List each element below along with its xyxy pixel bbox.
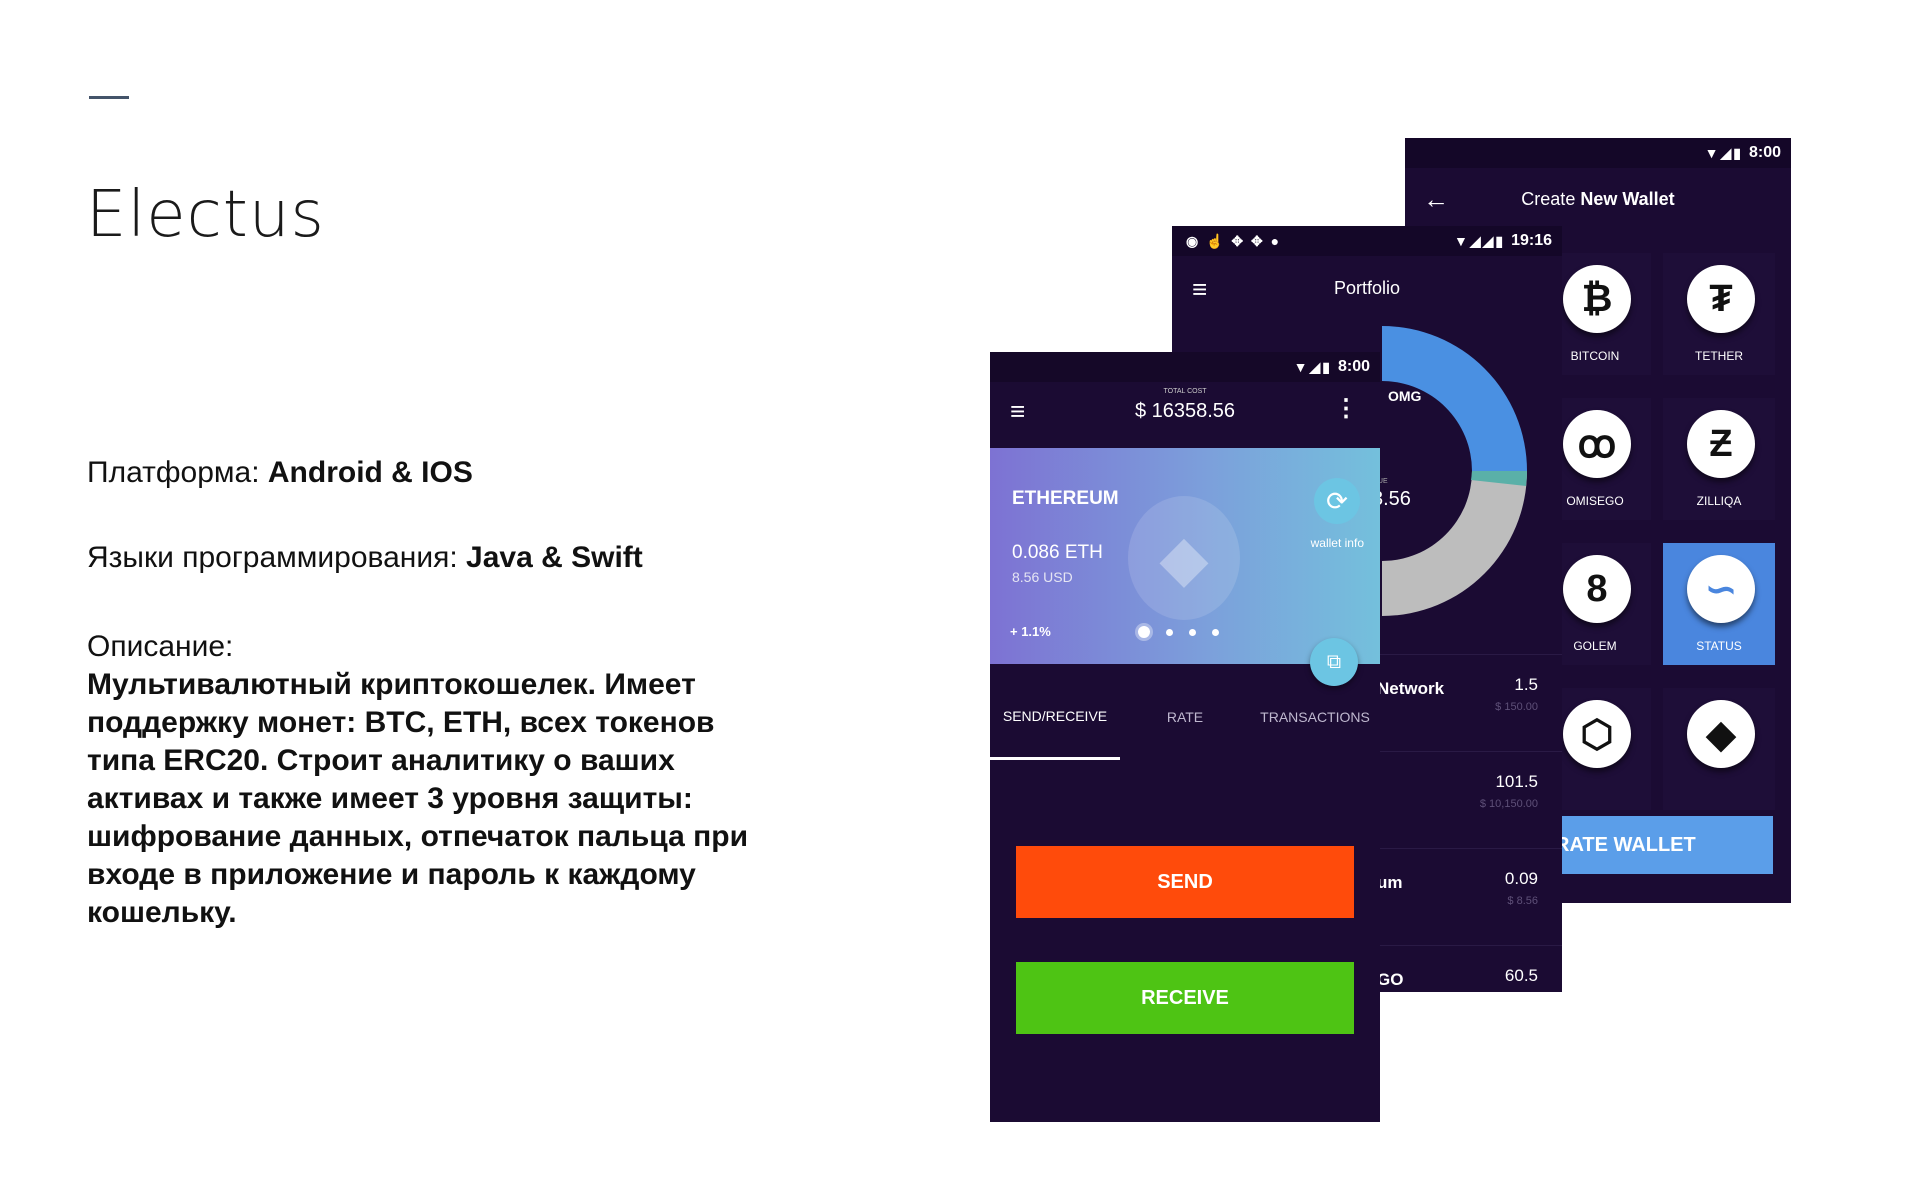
- holding-usd: $ 8.56: [1507, 895, 1538, 907]
- coin-usd-value: 8.56 USD: [1012, 569, 1073, 585]
- status-time: 8:00: [1748, 144, 1781, 161]
- signal-battery-icon: ▼◢▮: [1293, 358, 1332, 375]
- slide-title: Electus: [86, 178, 325, 252]
- holding-amount: 101.5: [1495, 772, 1538, 791]
- holding-name: Network: [1377, 679, 1445, 698]
- tether-icon: ₮: [1687, 265, 1755, 333]
- create-wallet-header: ← Create New Wallet: [1405, 168, 1791, 230]
- coin-balance: 0.086 ETH: [1012, 542, 1103, 563]
- description: Описание: Мультивалютный криптокошелек. …: [87, 628, 787, 932]
- pager-dot[interactable]: [1166, 628, 1173, 636]
- accent-line: [89, 96, 129, 99]
- status-bar: ▼◢▮ 8:00: [990, 352, 1380, 382]
- status-icon: ∽: [1687, 555, 1755, 623]
- tab-rate[interactable]: RATE: [1120, 664, 1250, 760]
- holding-amount: 0.09: [1504, 869, 1538, 888]
- notification-icons: ◉ ☝ ✥ ✥ ●: [1186, 232, 1282, 249]
- wallet-info-link[interactable]: wallet info: [1311, 536, 1364, 550]
- copy-address-icon[interactable]: ⧉: [1310, 638, 1358, 686]
- signal-battery-icon: ▼◢◢▮: [1453, 232, 1506, 249]
- coin-option[interactable]: ◆: [1663, 688, 1775, 810]
- holding-amount: 1.5: [1514, 675, 1538, 694]
- coin-option[interactable]: Ƶ ZILLIQA: [1663, 398, 1775, 520]
- total-cost-value: $ 16358.56: [1134, 400, 1236, 422]
- create-wallet-title: Create New Wallet: [1521, 188, 1675, 209]
- description-body: Мультивалютный криптокошелек. Имеет подд…: [87, 668, 749, 929]
- pager-dot[interactable]: [1212, 628, 1219, 636]
- portfolio-title: Portfolio: [1333, 278, 1401, 298]
- coin-label: STATUS: [1696, 639, 1742, 653]
- languages-value: Java & Swift: [466, 541, 643, 574]
- zilliqa-icon: Ƶ: [1687, 410, 1755, 478]
- crypto-com-icon: ⬡: [1563, 700, 1631, 768]
- more-vert-icon[interactable]: ⋮: [1334, 394, 1358, 423]
- ethereum-logo-icon: ◆: [1128, 496, 1240, 620]
- chart-label-omg: OMG: [1388, 388, 1422, 404]
- coin-label: TETHER: [1695, 349, 1743, 363]
- status-time: 8:00: [1337, 358, 1370, 375]
- wallet-header: ≡ TOTAL COST $ 16358.56 ⋮: [990, 382, 1380, 448]
- languages-label: Языки программирования:: [87, 541, 467, 574]
- status-time: 19:16: [1511, 232, 1552, 249]
- coin-name: ETHEREUM: [1012, 488, 1119, 509]
- card-pager[interactable]: [1138, 626, 1219, 638]
- pager-dot[interactable]: [1138, 626, 1150, 638]
- coin-label: ZILLIQA: [1696, 494, 1742, 508]
- status-bar: ◉ ☝ ✥ ✥ ● ▼◢◢▮ 19:16: [1172, 226, 1562, 256]
- holding-usd: $ 10,150.00: [1479, 798, 1538, 810]
- holding-amount: 60.5: [1504, 966, 1538, 985]
- platform-line: Платформа: Android & IOS: [87, 454, 787, 492]
- send-button[interactable]: SEND: [1016, 846, 1354, 918]
- platform-label: Платформа:: [87, 456, 268, 489]
- holding-usd: $ 150.00: [1495, 701, 1538, 713]
- description-label: Описание:: [87, 630, 234, 663]
- price-change: + 1.1%: [1010, 624, 1051, 639]
- tab-send-receive[interactable]: SEND/RECEIVE: [990, 664, 1120, 760]
- receive-button[interactable]: RECEIVE: [1016, 962, 1354, 1034]
- omisego-icon: ꝏ: [1563, 410, 1631, 478]
- golem-icon: 8: [1563, 555, 1631, 623]
- wallet-screen: ▼◢▮ 8:00 ≡ TOTAL COST $ 16358.56 ⋮ ◆ ETH…: [990, 352, 1380, 1122]
- wallet-card[interactable]: ◆ ETHEREUM 0.086 ETH 8.56 USD + 1.1% ⟳ w…: [990, 448, 1380, 664]
- languages-line: Языки программирования: Java & Swift: [87, 539, 787, 577]
- holding-name: GO: [1377, 970, 1404, 989]
- status-bar: ▼◢▮ 8:00: [1405, 138, 1791, 168]
- tab-transactions[interactable]: TRANSACTIONS: [1250, 664, 1380, 760]
- platform-value: Android & IOS: [267, 456, 473, 489]
- coin-option[interactable]: ₮ TETHER: [1663, 253, 1775, 375]
- bitcoin-icon: ₿: [1563, 265, 1631, 333]
- portfolio-header: ≡ Portfolio: [1172, 256, 1562, 322]
- signal-battery-icon: ▼◢▮: [1704, 144, 1743, 161]
- kyber-icon: ◆: [1687, 700, 1755, 768]
- refresh-icon[interactable]: ⟳: [1314, 478, 1360, 524]
- coin-option[interactable]: ∽ STATUS: [1663, 543, 1775, 665]
- holding-name: um: [1377, 873, 1403, 892]
- pager-dot[interactable]: [1189, 628, 1196, 636]
- total-cost-label: TOTAL COST: [1163, 388, 1207, 395]
